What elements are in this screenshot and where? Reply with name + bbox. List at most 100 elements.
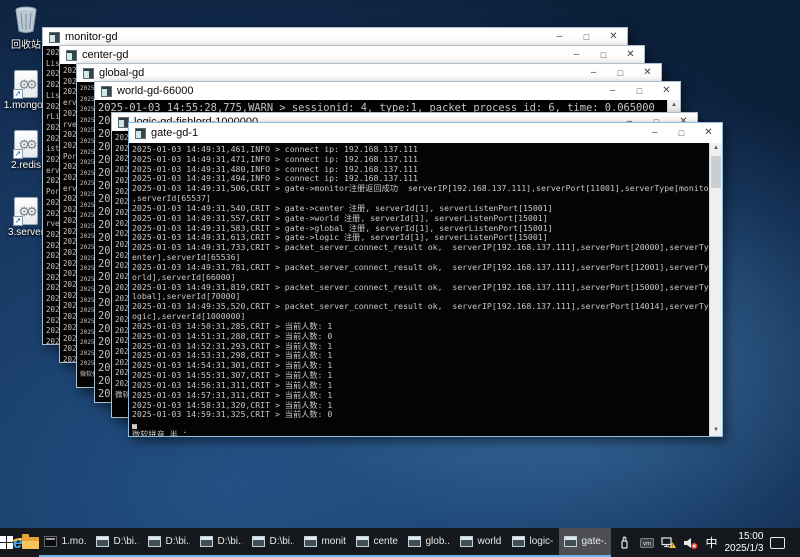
- console-line: 2025-01-03 14:51:31,288,CRIT > 当前人数: 0: [132, 332, 709, 342]
- console-line: 2025-01-03 14:58:31,320,CRIT > 当前人数: 1: [132, 401, 709, 411]
- close-button[interactable]: ✕: [634, 68, 661, 78]
- console-line: 2025-01-03 14:49:31,733,CRIT > packet_se…: [132, 243, 709, 253]
- scroll-down-icon[interactable]: ▼: [710, 425, 722, 436]
- close-button[interactable]: ✕: [653, 86, 680, 96]
- minimize-button[interactable]: –: [599, 86, 626, 96]
- action-center-icon[interactable]: [770, 537, 785, 549]
- console-line: 2025-01-03 14:49:31,480,INFO > connect i…: [132, 165, 709, 175]
- console-line: 2025-01-03 14:53:31,298,CRIT > 当前人数: 1: [132, 351, 709, 361]
- svg-text:vm: vm: [643, 541, 651, 547]
- maximize-button[interactable]: □: [668, 129, 695, 138]
- minimize-button[interactable]: –: [546, 32, 573, 42]
- window-titlebar[interactable]: gate-gd-1 – □ ✕: [129, 123, 722, 143]
- console-line: 2025-01-03 14:52:31,293,CRIT > 当前人数: 1: [132, 342, 709, 352]
- taskbar-button-logic[interactable]: logic-...: [507, 528, 559, 557]
- vm-icon[interactable]: vm: [639, 535, 654, 550]
- caption-buttons: – □ ✕: [599, 82, 680, 100]
- tray-date: 2025/1/3: [724, 543, 763, 555]
- window-titlebar[interactable]: global-gd – □ ✕: [77, 64, 661, 82]
- window-titlebar[interactable]: world-gd-66000 – □ ✕: [95, 82, 680, 100]
- console-line: 2025-01-03 14:50:31,285,CRIT > 当前人数: 1: [132, 322, 709, 332]
- console-line: 2025-01-03 14:55:31,307,CRIT > 当前人数: 1: [132, 371, 709, 381]
- console-window-icon: [66, 50, 77, 61]
- file-explorer-icon: [22, 537, 39, 549]
- maximize-button[interactable]: □: [573, 33, 600, 42]
- scroll-up-icon[interactable]: ▲: [668, 100, 680, 111]
- minimize-button[interactable]: –: [563, 50, 590, 60]
- taskbar-button-glob[interactable]: glob...: [403, 528, 455, 557]
- console-line: 2025-01-03 14:49:31,781,CRIT > packet_se…: [132, 263, 709, 273]
- console-icon: [564, 536, 577, 547]
- maximize-button[interactable]: □: [626, 87, 653, 96]
- shortcut-arrow-icon: ➚: [13, 149, 23, 159]
- window-title: monitor-gd: [65, 31, 118, 43]
- maximize-button[interactable]: □: [607, 69, 634, 78]
- ime-language-indicator[interactable]: 中: [705, 534, 717, 551]
- window-titlebar[interactable]: monitor-gd – □ ✕: [43, 28, 627, 46]
- shortcut-arrow-icon: ➚: [13, 216, 23, 226]
- taskbar-button-dbi[interactable]: D:\bi...: [91, 528, 143, 557]
- window-gate-gd-1: gate-gd-1 – □ ✕ 2025-01-03 14:49:31,461,…: [128, 122, 723, 437]
- svg-text:!: !: [672, 543, 673, 549]
- cmd-black-icon: [44, 536, 57, 547]
- console-icon: [512, 536, 525, 547]
- console-icon: [356, 536, 369, 547]
- internet-explorer-button[interactable]: e: [13, 528, 22, 557]
- window-title: world-gd-66000: [117, 85, 193, 97]
- console-icon: [408, 536, 421, 547]
- caption-buttons: – □ ✕: [546, 28, 627, 46]
- console-line: 2025-01-03 14:59:31,325,CRIT > 当前人数: 0: [132, 410, 709, 420]
- close-button[interactable]: ✕: [617, 50, 644, 60]
- taskbar-button-cente[interactable]: cente...: [351, 528, 403, 557]
- console-line: 2025-01-03 14:49:31,506,CRIT > gate->mon…: [132, 184, 709, 194]
- console-icon: [460, 536, 473, 547]
- console-icon: [96, 536, 109, 547]
- console-line: 2025-01-03 14:49:31,583,CRIT > gate->glo…: [132, 224, 709, 234]
- taskbar-button-gate[interactable]: gate-...: [559, 528, 611, 557]
- maximize-button[interactable]: □: [590, 51, 617, 60]
- console-line: 2025-01-03 14:49:35,520,CRIT > packet_se…: [132, 302, 709, 312]
- caption-buttons: – □ ✕: [563, 46, 644, 64]
- console-line: ,serverId[65537]: [132, 194, 709, 204]
- close-button[interactable]: ✕: [600, 32, 627, 42]
- console-window-icon: [135, 128, 146, 139]
- console-line: 2025-01-03 14:57:31,311,CRIT > 当前人数: 1: [132, 391, 709, 401]
- console-scrollbar[interactable]: ▲ ▼: [709, 143, 722, 436]
- minimize-button[interactable]: –: [580, 68, 607, 78]
- console-line: 2025-01-03 14:49:31,461,INFO > connect i…: [132, 145, 709, 155]
- console-icon: [148, 536, 161, 547]
- caption-buttons: – □ ✕: [580, 64, 661, 82]
- tray-clock[interactable]: 15:00 2025/1/3: [724, 531, 763, 554]
- minimize-button[interactable]: –: [641, 128, 668, 138]
- volume-muted-icon[interactable]: [683, 535, 698, 550]
- taskbar-button-dbi[interactable]: D:\bi...: [195, 528, 247, 557]
- console-icon: [304, 536, 317, 547]
- console-line: 2025-01-03 14:49:31,819,CRIT > packet_se…: [132, 283, 709, 293]
- console-line: 2025-01-03 14:54:31,301,CRIT > 当前人数: 1: [132, 361, 709, 371]
- window-title: center-gd: [82, 49, 128, 61]
- console-line: 2025-01-03 14:49:31,613,CRIT > gate->log…: [132, 233, 709, 243]
- network-warning-icon[interactable]: !: [661, 535, 676, 550]
- scrollbar-thumb[interactable]: [711, 156, 721, 188]
- tray-time: 15:00: [724, 531, 763, 543]
- console-line: lobal],serverId[70000]: [132, 292, 709, 302]
- taskbar-button-dbi[interactable]: D:\bi...: [247, 528, 299, 557]
- console-window-icon: [49, 32, 60, 43]
- close-button[interactable]: ✕: [695, 128, 722, 138]
- window-titlebar[interactable]: center-gd – □ ✕: [60, 46, 644, 64]
- console-line: 2025-01-03 14:49:31,494,INFO > connect i…: [132, 174, 709, 184]
- console-line: ogic],serverId[1000000]: [132, 312, 709, 322]
- taskbar-button-dbi[interactable]: D:\bi...: [143, 528, 195, 557]
- console-icon: [252, 536, 265, 547]
- window-title: gate-gd-1: [151, 127, 198, 139]
- usb-icon[interactable]: [617, 535, 632, 550]
- internet-explorer-icon: e: [13, 534, 22, 551]
- console-line: ▄: [132, 420, 709, 430]
- scroll-up-icon[interactable]: ▲: [710, 143, 722, 154]
- taskbar-button-1mo[interactable]: 1.mo...: [39, 528, 91, 557]
- taskbar-button-world[interactable]: world...: [455, 528, 507, 557]
- window-title: global-gd: [99, 67, 144, 79]
- taskbar-button-monit[interactable]: monit...: [299, 528, 351, 557]
- taskbar: e 1.mo... D:\bi... D:\bi... D:\bi... D:\…: [0, 528, 800, 557]
- file-explorer-button[interactable]: [22, 528, 39, 557]
